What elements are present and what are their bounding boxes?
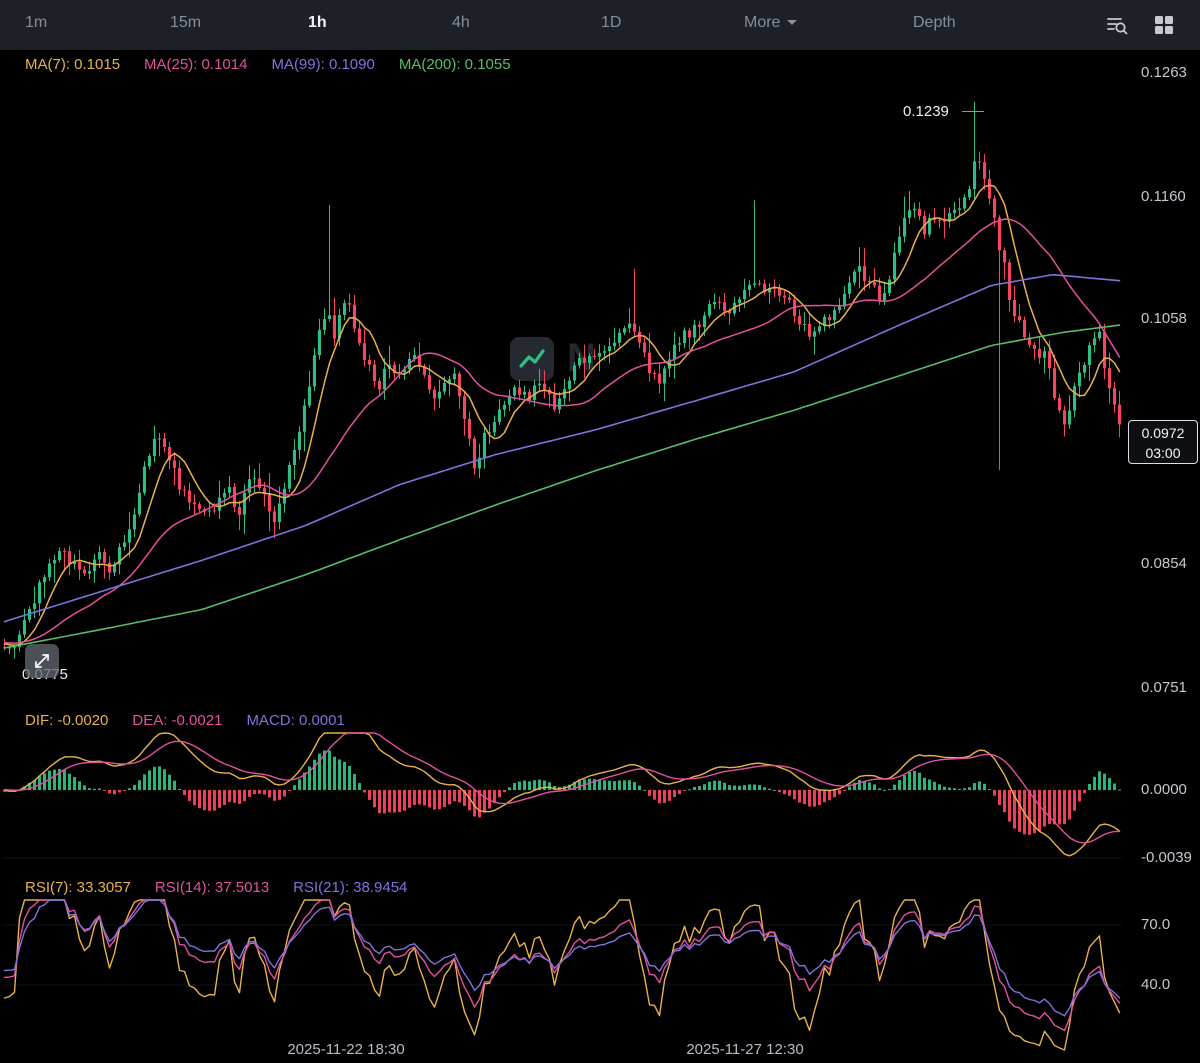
timeframe-tab-1d[interactable]: 1D [601, 14, 621, 32]
current-price-tag: 0.0972 03:00 [1128, 420, 1198, 464]
ma200-value: MA(200): 0.1055 [399, 56, 511, 73]
expand-arrows-icon [32, 651, 52, 671]
indicator-settings-icon[interactable] [1104, 13, 1130, 39]
candle-countdown: 03:00 [1129, 443, 1197, 463]
rsi14-value: RSI(14): 37.5013 [155, 879, 269, 896]
grid-layout-icon[interactable] [1151, 13, 1177, 39]
trading-chart-app: 1m 15m 1h 4h 1D More Depth N MA(7): 0.1 [0, 0, 1200, 1063]
chart-canvas[interactable] [0, 0, 1200, 1063]
high-price-label: 0.1239 [903, 103, 949, 120]
rsi-legend: RSI(7): 33.3057 RSI(14): 37.5013 RSI(21)… [25, 879, 407, 896]
ma-legend: MA(7): 0.1015 MA(25): 0.1014 MA(99): 0.1… [25, 56, 511, 73]
more-dropdown[interactable]: More [744, 14, 797, 32]
depth-tab[interactable]: Depth [913, 14, 956, 32]
chevron-down-icon [787, 20, 797, 25]
timeframe-tab-15m[interactable]: 15m [170, 14, 201, 32]
ma25-value: MA(25): 0.1014 [144, 56, 247, 73]
macd-value: MACD: 0.0001 [246, 712, 344, 729]
dif-value: DIF: -0.0020 [25, 712, 108, 729]
timeframe-tab-1h[interactable]: 1h [308, 14, 327, 32]
rsi7-value: RSI(7): 33.3057 [25, 879, 131, 896]
chart-toolbar: 1m 15m 1h 4h 1D More Depth [0, 0, 1200, 50]
timeframe-tab-1m[interactable]: 1m [25, 14, 47, 32]
timeframe-tab-4h[interactable]: 4h [452, 14, 470, 32]
high-price-pointer [962, 111, 984, 112]
rsi21-value: RSI(21): 38.9454 [293, 879, 407, 896]
ma7-value: MA(7): 0.1015 [25, 56, 120, 73]
current-price: 0.0972 [1129, 423, 1197, 443]
more-label: More [744, 14, 780, 31]
dea-value: DEA: -0.0021 [132, 712, 222, 729]
expand-chart-button[interactable] [25, 644, 59, 678]
ma99-value: MA(99): 0.1090 [271, 56, 374, 73]
macd-legend: DIF: -0.0020 DEA: -0.0021 MACD: 0.0001 [25, 712, 345, 729]
